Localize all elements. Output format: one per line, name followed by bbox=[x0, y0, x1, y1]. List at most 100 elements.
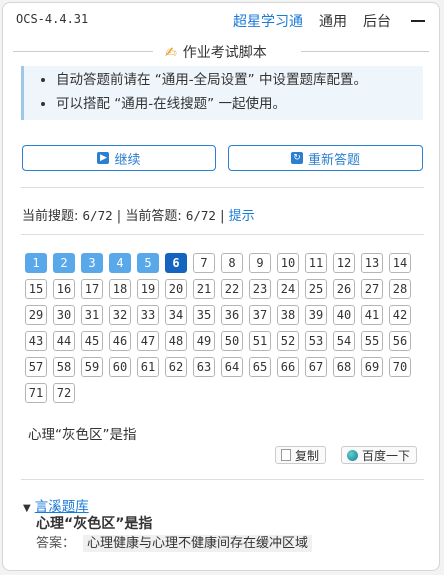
question-number-button[interactable]: 39 bbox=[305, 305, 327, 325]
question-number-button[interactable]: 19 bbox=[137, 279, 159, 299]
question-number-button[interactable]: 57 bbox=[25, 357, 47, 377]
tab-backend[interactable]: 后台 bbox=[363, 11, 391, 31]
question-number-button[interactable]: 28 bbox=[389, 279, 411, 299]
question-number-button[interactable]: 68 bbox=[333, 357, 355, 377]
question-number-button[interactable]: 69 bbox=[361, 357, 383, 377]
question-number-button[interactable]: 22 bbox=[221, 279, 243, 299]
question-number-button[interactable]: 58 bbox=[53, 357, 75, 377]
answer-label: 当前答题: bbox=[125, 209, 182, 224]
question-number-button[interactable]: 45 bbox=[81, 331, 103, 351]
continue-button[interactable]: ▶ 继续 bbox=[22, 145, 216, 171]
question-number-button[interactable]: 9 bbox=[249, 253, 271, 273]
question-number-button[interactable]: 24 bbox=[277, 279, 299, 299]
question-number-button[interactable]: 55 bbox=[361, 331, 383, 351]
question-number-button[interactable]: 60 bbox=[109, 357, 131, 377]
answer-text: 心理健康与心理不健康间存在缓冲区域 bbox=[83, 535, 313, 552]
question-number-button[interactable]: 8 bbox=[221, 253, 243, 273]
question-number-button[interactable]: 72 bbox=[53, 383, 75, 403]
answer-prefix: 答案： bbox=[36, 536, 76, 551]
question-number-button[interactable]: 20 bbox=[165, 279, 187, 299]
question-number-button[interactable]: 11 bbox=[305, 253, 327, 273]
question-number-button[interactable]: 51 bbox=[249, 331, 271, 351]
search-value: 6/72 bbox=[82, 208, 113, 223]
question-number-button[interactable]: 14 bbox=[389, 253, 411, 273]
question-number-button[interactable]: 10 bbox=[277, 253, 299, 273]
question-number-button[interactable]: 41 bbox=[361, 305, 383, 325]
question-number-button[interactable]: 32 bbox=[109, 305, 131, 325]
question-number-button[interactable]: 17 bbox=[81, 279, 103, 299]
question-number-button[interactable]: 54 bbox=[333, 331, 355, 351]
baidu-search-button[interactable]: 百度一下 bbox=[341, 446, 417, 464]
question-number-button[interactable]: 71 bbox=[25, 383, 47, 403]
section-divider-right bbox=[301, 51, 429, 52]
copy-button[interactable]: 复制 bbox=[275, 446, 326, 464]
nav-tabs: 超星学习通 通用 后台 bbox=[217, 11, 425, 31]
question-number-button[interactable]: 63 bbox=[193, 357, 215, 377]
question-number-button[interactable]: 48 bbox=[165, 331, 187, 351]
question-number-button[interactable]: 5 bbox=[137, 253, 159, 273]
question-number-button[interactable]: 15 bbox=[25, 279, 47, 299]
question-number-button[interactable]: 43 bbox=[25, 331, 47, 351]
question-number-button[interactable]: 62 bbox=[165, 357, 187, 377]
divider bbox=[21, 187, 424, 188]
question-number-button[interactable]: 67 bbox=[305, 357, 327, 377]
question-number-button[interactable]: 49 bbox=[193, 331, 215, 351]
question-number-button[interactable]: 30 bbox=[53, 305, 75, 325]
question-number-button[interactable]: 29 bbox=[25, 305, 47, 325]
question-number-button[interactable]: 46 bbox=[109, 331, 131, 351]
question-number-button[interactable]: 18 bbox=[109, 279, 131, 299]
question-number-button[interactable]: 64 bbox=[221, 357, 243, 377]
question-number-button[interactable]: 21 bbox=[193, 279, 215, 299]
question-number-button[interactable]: 42 bbox=[389, 305, 411, 325]
question-number-button[interactable]: 23 bbox=[249, 279, 271, 299]
question-number-button[interactable]: 61 bbox=[137, 357, 159, 377]
tab-general[interactable]: 通用 bbox=[319, 11, 347, 31]
question-number-button[interactable]: 6 bbox=[165, 253, 187, 273]
question-number-button[interactable]: 47 bbox=[137, 331, 159, 351]
notice-item: 自动答题前请在 “通用-全局设置” 中设置题库配置。 bbox=[56, 71, 423, 90]
copy-label: 复制 bbox=[295, 448, 320, 463]
question-number-button[interactable]: 31 bbox=[81, 305, 103, 325]
question-number-button[interactable]: 56 bbox=[389, 331, 411, 351]
status-separator: | bbox=[220, 209, 225, 224]
question-number-button[interactable]: 36 bbox=[221, 305, 243, 325]
question-number-button[interactable]: 59 bbox=[81, 357, 103, 377]
question-number-button[interactable]: 26 bbox=[333, 279, 355, 299]
question-number-button[interactable]: 44 bbox=[53, 331, 75, 351]
script-panel: OCS-4.4.31 超星学习通 通用 后台 ✍ 作业考试脚本 自动答题前请在 “… bbox=[2, 2, 440, 571]
question-number-button[interactable]: 66 bbox=[277, 357, 299, 377]
notice-item: 可以搭配 “通用-在线搜题” 一起使用。 bbox=[56, 95, 423, 114]
question-number-button[interactable]: 70 bbox=[389, 357, 411, 377]
section-title-text: 作业考试脚本 bbox=[182, 45, 267, 61]
question-number-button[interactable]: 1 bbox=[25, 253, 47, 273]
question-number-button[interactable]: 50 bbox=[221, 331, 243, 351]
disclosure-triangle-icon[interactable]: ▼ bbox=[23, 503, 31, 514]
question-number-button[interactable]: 37 bbox=[249, 305, 271, 325]
question-number-button[interactable]: 27 bbox=[361, 279, 383, 299]
question-grid: 1 2 3 4 5 6 7 8 9 10 11 12 13 14 15 16 17 18 19 20 21 22 23 24 2… bbox=[25, 253, 417, 409]
question-number-button[interactable]: 65 bbox=[249, 357, 271, 377]
question-number-button[interactable]: 2 bbox=[53, 253, 75, 273]
question-number-button[interactable]: 4 bbox=[109, 253, 131, 273]
result-source: ▼ 言溪题库 bbox=[23, 495, 89, 515]
question-number-button[interactable]: 3 bbox=[81, 253, 103, 273]
section-title: ✍ 作业考试脚本 bbox=[13, 41, 429, 61]
question-number-button[interactable]: 7 bbox=[193, 253, 215, 273]
question-number-button[interactable]: 52 bbox=[277, 331, 299, 351]
question-number-button[interactable]: 34 bbox=[165, 305, 187, 325]
question-number-button[interactable]: 38 bbox=[277, 305, 299, 325]
question-number-button[interactable]: 12 bbox=[333, 253, 355, 273]
question-number-button[interactable]: 33 bbox=[137, 305, 159, 325]
question-number-button[interactable]: 35 bbox=[193, 305, 215, 325]
tab-chaoxing[interactable]: 超星学习通 bbox=[233, 11, 303, 31]
question-number-button[interactable]: 53 bbox=[305, 331, 327, 351]
question-number-button[interactable]: 16 bbox=[53, 279, 75, 299]
question-number-button[interactable]: 40 bbox=[333, 305, 355, 325]
section-divider-left bbox=[13, 51, 153, 52]
minimize-icon[interactable] bbox=[411, 20, 425, 22]
question-number-button[interactable]: 25 bbox=[305, 279, 327, 299]
question-number-button[interactable]: 13 bbox=[361, 253, 383, 273]
hint-link[interactable]: 提示 bbox=[229, 209, 255, 224]
continue-label: 继续 bbox=[114, 152, 141, 168]
reanswer-button[interactable]: ↻ 重新答题 bbox=[228, 145, 423, 171]
